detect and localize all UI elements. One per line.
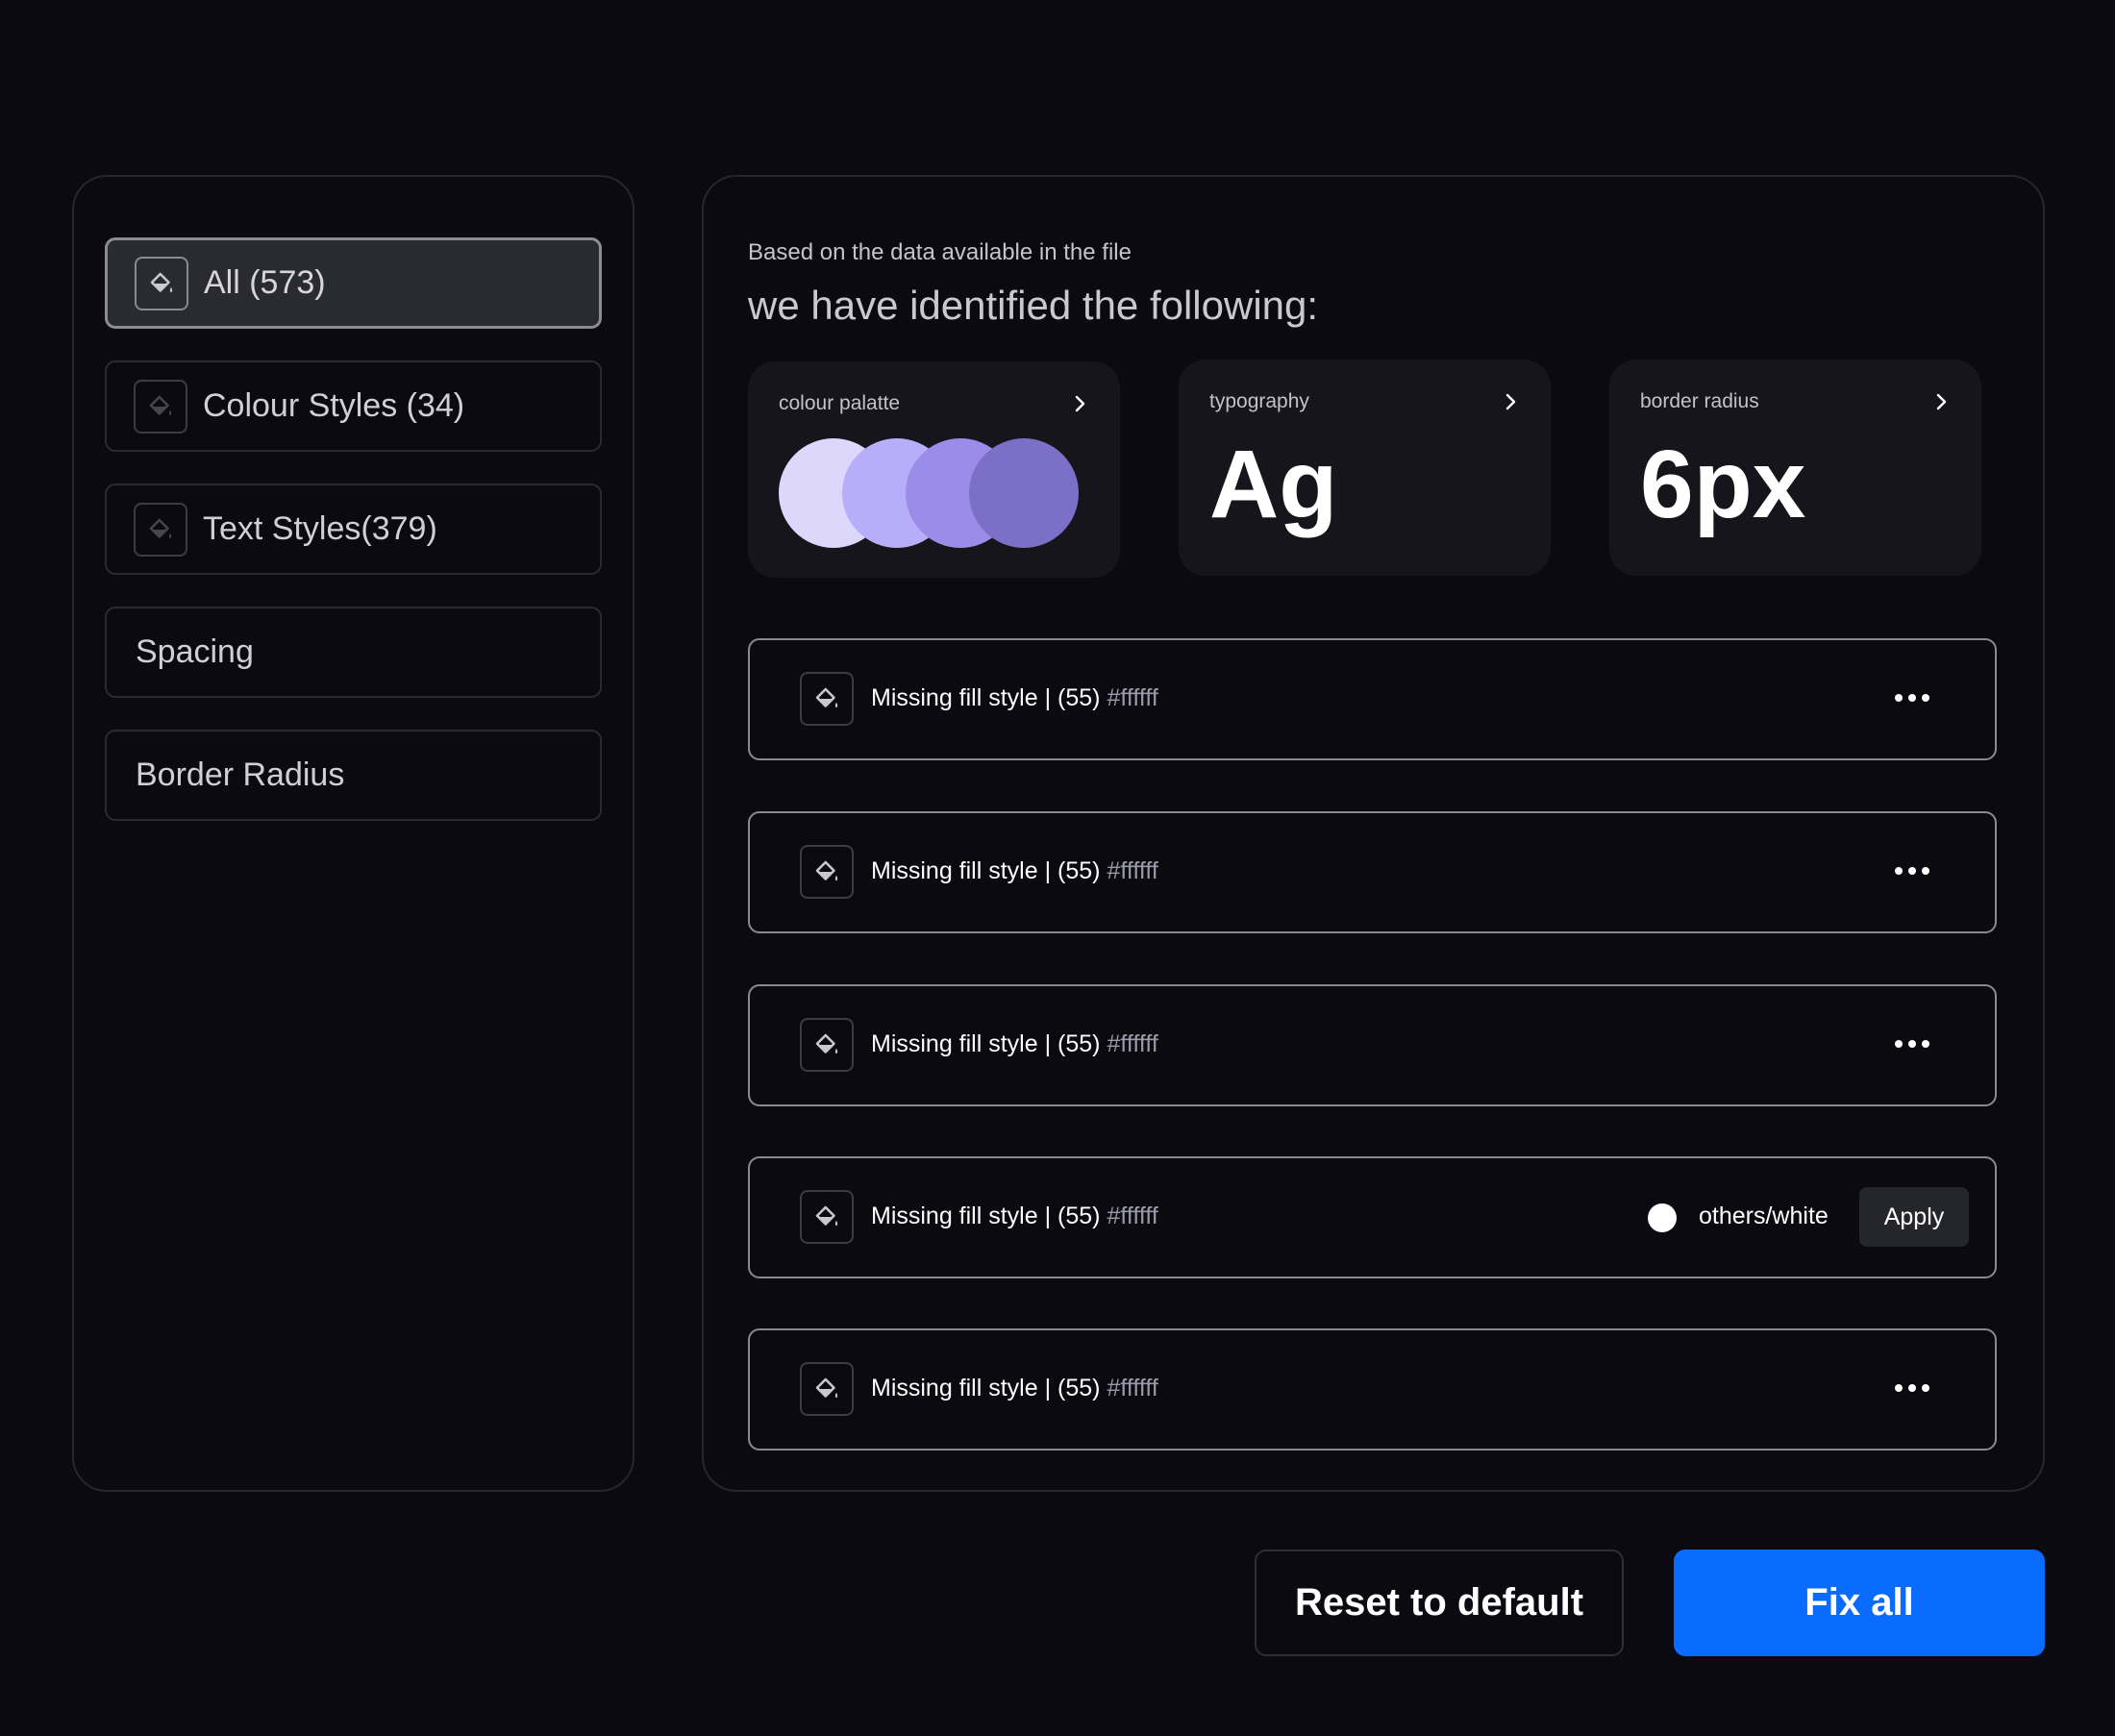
paint-bucket-icon xyxy=(800,845,854,899)
filter-colour-styles-label: Colour Styles (34) xyxy=(203,387,465,424)
issue-row[interactable]: Missing fill style | (55) #ffffff xyxy=(748,811,1997,933)
chevron-right-icon xyxy=(1505,393,1516,410)
filter-all-label: All (573) xyxy=(204,264,326,301)
issue-title: Missing fill style | (55) xyxy=(871,857,1101,884)
issue-text: Missing fill style | (55) #ffffff xyxy=(871,684,1158,712)
more-options-icon[interactable] xyxy=(1891,1036,1933,1052)
palette-swatch xyxy=(969,438,1079,548)
issue-hex: #ffffff xyxy=(1107,1203,1158,1229)
paint-bucket-icon xyxy=(800,1190,854,1244)
issue-hex: #ffffff xyxy=(1107,1375,1158,1401)
issue-hex: #ffffff xyxy=(1107,857,1158,884)
issue-hex: #ffffff xyxy=(1107,684,1158,711)
issue-row-with-suggestion[interactable]: Missing fill style | (55) #ffffff others… xyxy=(748,1156,1997,1278)
filter-spacing[interactable]: Spacing xyxy=(105,607,602,698)
results-panel: Based on the data available in the file … xyxy=(702,175,2045,1492)
issue-text: Missing fill style | (55) #ffffff xyxy=(871,857,1158,885)
suggested-style-name: others/white xyxy=(1699,1203,1829,1229)
issue-title: Missing fill style | (55) xyxy=(871,1203,1101,1229)
typography-label: typography xyxy=(1209,390,1309,412)
issue-row[interactable]: Missing fill style | (55) #ffffff xyxy=(748,1328,1997,1451)
paint-bucket-icon xyxy=(800,672,854,726)
filter-text-styles[interactable]: Text Styles(379) xyxy=(105,484,602,575)
border-radius-value: 6px xyxy=(1640,431,1806,538)
issue-row[interactable]: Missing fill style | (55) #ffffff xyxy=(748,984,1997,1106)
apply-button[interactable]: Apply xyxy=(1859,1187,1969,1247)
paint-bucket-icon xyxy=(135,256,188,310)
issue-text: Missing fill style | (55) #ffffff xyxy=(871,1030,1158,1058)
paint-bucket-icon xyxy=(800,1018,854,1072)
filter-border-radius[interactable]: Border Radius xyxy=(105,730,602,821)
paint-bucket-icon xyxy=(800,1362,854,1416)
issue-text: Missing fill style | (55) #ffffff xyxy=(871,1203,1158,1230)
typography-sample: Ag xyxy=(1209,431,1338,538)
issue-title: Missing fill style | (55) xyxy=(871,1030,1101,1057)
more-options-icon[interactable] xyxy=(1891,690,1933,706)
border-radius-label: border radius xyxy=(1640,390,1759,412)
colour-palette-card[interactable]: colour palatte xyxy=(748,361,1120,578)
issue-title: Missing fill style | (55) xyxy=(871,1375,1101,1401)
chevron-right-icon xyxy=(1075,395,1085,412)
issue-row[interactable]: Missing fill style | (55) #ffffff xyxy=(748,638,1997,760)
fix-all-button[interactable]: Fix all xyxy=(1674,1550,2045,1656)
filter-sidebar: All (573) Colour Styles (34) Text Styles… xyxy=(72,175,634,1492)
filter-all[interactable]: All (573) xyxy=(105,237,602,329)
filter-spacing-label: Spacing xyxy=(136,633,254,670)
typography-card[interactable]: typography Ag xyxy=(1179,360,1551,576)
reset-to-default-button[interactable]: Reset to default xyxy=(1255,1550,1624,1656)
filter-border-radius-label: Border Radius xyxy=(136,756,345,793)
issue-text: Missing fill style | (55) #ffffff xyxy=(871,1375,1158,1402)
issue-title: Missing fill style | (55) xyxy=(871,684,1101,711)
paint-bucket-icon xyxy=(134,379,187,434)
filter-text-styles-label: Text Styles(379) xyxy=(203,510,437,547)
border-radius-card[interactable]: border radius 6px xyxy=(1609,360,1981,576)
filter-colour-styles[interactable]: Colour Styles (34) xyxy=(105,360,602,452)
panel-headline: we have identified the following: xyxy=(748,283,1319,328)
more-options-icon[interactable] xyxy=(1891,1380,1933,1396)
color-swatch-dot xyxy=(1648,1203,1677,1232)
paint-bucket-icon xyxy=(134,502,187,557)
palette-swatches xyxy=(779,438,1086,549)
panel-subtitle: Based on the data available in the file xyxy=(748,239,1132,265)
colour-palette-label: colour palatte xyxy=(779,392,901,414)
chevron-right-icon xyxy=(1936,393,1947,410)
issue-hex: #ffffff xyxy=(1107,1030,1158,1057)
more-options-icon[interactable] xyxy=(1891,863,1933,879)
